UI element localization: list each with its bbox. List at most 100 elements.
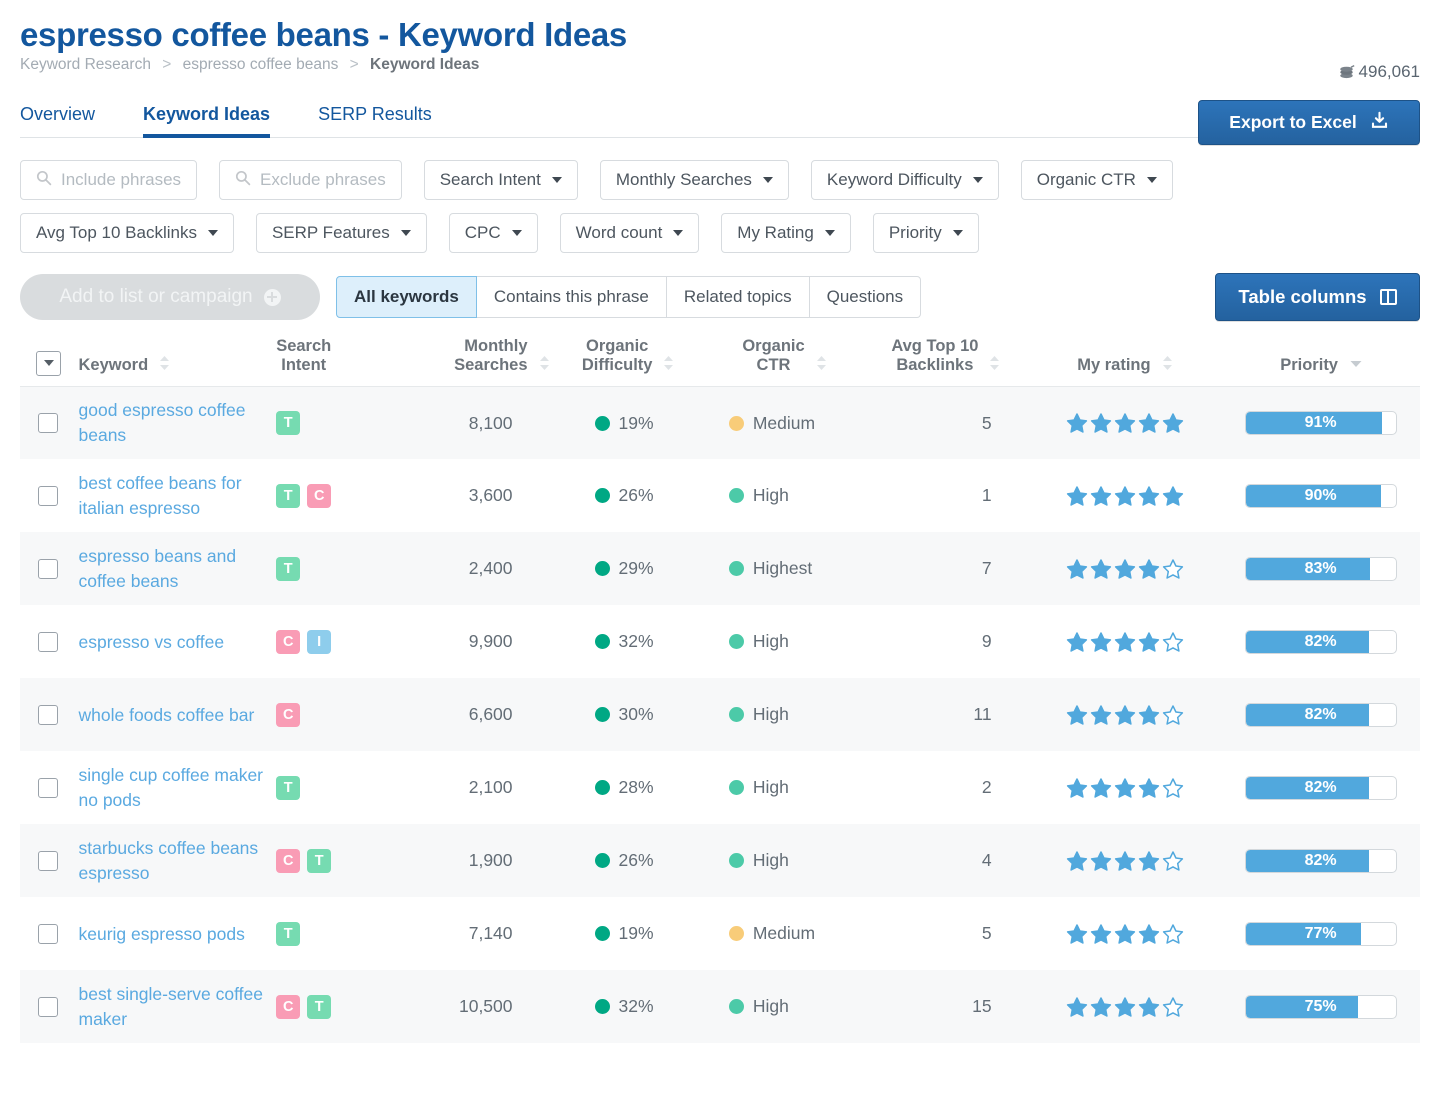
intent-badge-c: C: [307, 483, 332, 508]
difficulty-value: 28%: [618, 777, 654, 798]
include-phrases-input[interactable]: Include phrases: [20, 160, 198, 200]
sort-icon[interactable]: [662, 353, 675, 373]
select-all-checkbox[interactable]: [36, 350, 61, 376]
keyword-link[interactable]: keurig espresso pods: [79, 922, 277, 947]
exclude-phrases-input[interactable]: Exclude phrases: [219, 160, 402, 200]
keyword-link[interactable]: best coffee beans for italian espresso: [79, 471, 277, 521]
my-rating-cell[interactable]: [1029, 678, 1222, 752]
filter-serp-features[interactable]: SERP Features: [255, 213, 427, 253]
star-rating[interactable]: [1030, 558, 1222, 580]
coins-icon: [1338, 64, 1355, 81]
organic-difficulty-cell: 26%: [550, 459, 707, 533]
segment-contains-this-phrase[interactable]: Contains this phrase: [476, 276, 667, 318]
th-organic-ctr[interactable]: Organic CTR: [706, 337, 864, 387]
star-rating[interactable]: [1030, 704, 1222, 726]
star-rating[interactable]: [1030, 996, 1222, 1018]
filter-avg-top-10-backlinks[interactable]: Avg Top 10 Backlinks: [20, 213, 234, 253]
row-checkbox[interactable]: [38, 413, 58, 434]
filter-my-rating[interactable]: My Rating: [721, 213, 851, 253]
th-organic-difficulty[interactable]: Organic Difficulty: [550, 337, 707, 387]
organic-difficulty-cell: 19%: [550, 897, 707, 971]
breadcrumb-keyword[interactable]: espresso coffee beans: [183, 56, 339, 73]
star-rating[interactable]: [1030, 412, 1222, 434]
row-checkbox[interactable]: [38, 485, 58, 506]
my-rating-cell[interactable]: [1029, 751, 1222, 825]
row-checkbox[interactable]: [38, 850, 58, 871]
my-rating-cell[interactable]: [1029, 824, 1222, 898]
priority-cell: 90%: [1221, 459, 1420, 533]
intent-badge-c: C: [276, 702, 301, 727]
difficulty-value: 19%: [618, 412, 654, 433]
keyword-link[interactable]: best single-serve coffee maker: [79, 982, 277, 1032]
row-checkbox[interactable]: [38, 631, 58, 652]
my-rating-cell[interactable]: [1029, 459, 1222, 533]
th-priority[interactable]: Priority: [1221, 337, 1420, 387]
sort-icon[interactable]: [815, 353, 828, 373]
keyword-link[interactable]: whole foods coffee bar: [79, 703, 277, 728]
difficulty-value: 19%: [618, 923, 654, 944]
table-row: best single-serve coffee maker C T 10,500 32…: [20, 970, 1420, 1044]
filter-cpc[interactable]: CPC: [448, 213, 538, 253]
monthly-searches-cell: 2,100: [399, 751, 551, 825]
row-checkbox[interactable]: [38, 777, 58, 798]
sort-icon[interactable]: [538, 353, 551, 373]
ctr-value: High: [752, 996, 789, 1017]
keyword-link[interactable]: single cup coffee maker no pods: [79, 763, 277, 813]
my-rating-cell[interactable]: [1029, 970, 1222, 1044]
export-to-excel-button[interactable]: Export to Excel: [1198, 100, 1420, 145]
tab-keyword-ideas[interactable]: Keyword Ideas: [143, 104, 271, 138]
keyword-link[interactable]: starbucks coffee beans espresso: [79, 836, 277, 886]
add-to-list-or-campaign-button[interactable]: Add to list or campaign: [20, 274, 320, 320]
download-icon: [1370, 111, 1389, 135]
filter-keyword-difficulty[interactable]: Keyword Difficulty: [810, 160, 999, 200]
sort-desc-icon[interactable]: [1348, 353, 1362, 373]
filter-word-count[interactable]: Word count: [559, 213, 700, 253]
segment-questions[interactable]: Questions: [809, 276, 922, 318]
avg-top-10-backlinks-cell: 15: [863, 970, 1030, 1044]
star-rating[interactable]: [1030, 850, 1222, 872]
keyword-link[interactable]: good espresso coffee beans: [79, 398, 277, 448]
star-rating[interactable]: [1030, 485, 1222, 507]
row-checkbox[interactable]: [38, 996, 58, 1017]
my-rating-cell[interactable]: [1029, 532, 1222, 606]
th-priority-label: Priority: [1280, 356, 1338, 375]
sort-icon[interactable]: [158, 353, 171, 373]
th-monthly-searches[interactable]: Monthly Searches: [399, 337, 551, 387]
keyword-link[interactable]: espresso vs coffee: [79, 630, 277, 655]
organic-difficulty-cell: 19%: [550, 386, 707, 460]
tab-serp-results[interactable]: SERP Results: [318, 104, 432, 137]
row-checkbox[interactable]: [38, 704, 58, 725]
my-rating-cell[interactable]: [1029, 386, 1222, 460]
sort-icon[interactable]: [1161, 353, 1174, 373]
sort-icon[interactable]: [988, 353, 1001, 373]
filter-monthly-searches[interactable]: Monthly Searches: [599, 160, 789, 200]
avg-top-10-backlinks-cell: 2: [863, 751, 1030, 825]
star-rating[interactable]: [1030, 923, 1222, 945]
difficulty-value: 30%: [618, 704, 654, 725]
ctr-dot: [728, 634, 744, 650]
chevron-down-icon: [673, 230, 684, 236]
th-my-rating-label: My rating: [1077, 356, 1151, 375]
ctr-dot: [728, 707, 744, 723]
keyword-link[interactable]: espresso beans and coffee beans: [79, 544, 277, 594]
ctr-dot: [728, 415, 744, 431]
star-rating[interactable]: [1030, 631, 1222, 653]
my-rating-cell[interactable]: [1029, 605, 1222, 679]
table-columns-button[interactable]: Table columns: [1215, 273, 1420, 321]
segment-related-topics[interactable]: Related topics: [666, 276, 810, 318]
star-rating[interactable]: [1030, 777, 1222, 799]
th-keyword[interactable]: Keyword: [78, 337, 277, 387]
row-checkbox[interactable]: [38, 923, 58, 944]
filter-row-2: Avg Top 10 Backlinks SERP Features CPC W…: [20, 213, 1420, 253]
filter-priority[interactable]: Priority: [872, 213, 979, 253]
my-rating-cell[interactable]: [1029, 897, 1222, 971]
table-body: good espresso coffee beans T 8,100 19% Mediu…: [20, 386, 1420, 1044]
row-checkbox[interactable]: [38, 558, 58, 579]
segment-all-keywords[interactable]: All keywords: [336, 276, 477, 318]
filter-organic-ctr[interactable]: Organic CTR: [1020, 160, 1173, 200]
th-avg-top-10-backlinks[interactable]: Avg Top 10 Backlinks: [863, 337, 1030, 387]
filter-search-intent[interactable]: Search Intent: [423, 160, 578, 200]
breadcrumb-root[interactable]: Keyword Research: [20, 56, 151, 73]
tab-overview[interactable]: Overview: [20, 104, 95, 137]
th-my-rating[interactable]: My rating: [1029, 337, 1222, 387]
